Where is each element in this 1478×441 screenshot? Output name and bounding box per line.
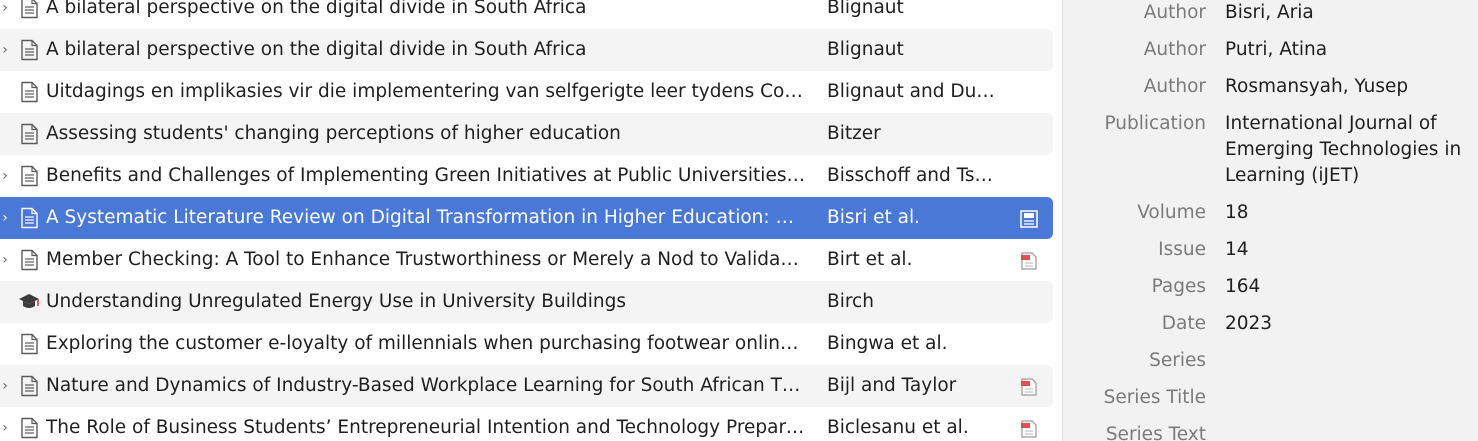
field-label: Volume bbox=[1137, 202, 1206, 223]
field-value[interactable]: 14 bbox=[1225, 237, 1470, 263]
item-row[interactable]: › Member Checking: A Tool to Enhance Trus… bbox=[0, 239, 1053, 281]
field-label: Series Title bbox=[1103, 387, 1206, 408]
item-row[interactable]: › A Systematic Literature Review on Digit… bbox=[0, 197, 1053, 239]
field-value[interactable]: 2023 bbox=[1225, 311, 1470, 337]
expand-arrow-icon[interactable]: › bbox=[0, 377, 10, 395]
field-label: Series bbox=[1149, 350, 1206, 371]
field-label: Author bbox=[1143, 2, 1206, 23]
item-row[interactable]: › A bilateral perspective on the digital … bbox=[0, 0, 1053, 29]
item-title: Member Checking: A Tool to Enhance Trust… bbox=[46, 249, 806, 270]
pdf-icon[interactable] bbox=[1018, 251, 1040, 271]
document-icon bbox=[18, 123, 40, 145]
document-icon bbox=[18, 0, 40, 19]
item-row[interactable]: › A bilateral perspective on the digital … bbox=[0, 29, 1053, 71]
item-creator: Bitzer bbox=[827, 123, 881, 144]
field-label: Date bbox=[1161, 313, 1206, 334]
item-creator: Bisschoff and Tsh... bbox=[827, 165, 997, 186]
item-info-pane: Author Bisri, Aria Author Putri, Atina Autho… bbox=[1063, 0, 1478, 441]
item-row[interactable]: › Benefits and Challenges of Implementing… bbox=[0, 155, 1053, 197]
field-label: Author bbox=[1143, 76, 1206, 97]
item-creator: Birch bbox=[827, 291, 874, 312]
item-creator: Bisri et al. bbox=[827, 207, 920, 228]
item-creator: Blignaut bbox=[827, 0, 904, 18]
field-label: Series Text bbox=[1105, 424, 1206, 441]
field-label: Author bbox=[1143, 39, 1206, 60]
document-icon bbox=[18, 249, 40, 271]
field-value[interactable]: International Journal of Emerging Techno… bbox=[1225, 111, 1470, 189]
item-row[interactable]: Understanding Unregulated Energy Use in … bbox=[0, 281, 1053, 323]
item-title: Benefits and Challenges of Implementing … bbox=[46, 165, 806, 186]
item-title: Uitdagings en implikasies vir die implem… bbox=[46, 81, 806, 102]
item-creator: Bingwa et al. bbox=[827, 333, 948, 354]
item-row[interactable]: Assessing students' changing perceptions… bbox=[0, 113, 1053, 155]
item-creator: Blignaut and Du ... bbox=[827, 81, 997, 102]
item-title: The Role of Business Students’ Entrepren… bbox=[46, 417, 806, 438]
expand-arrow-icon[interactable]: › bbox=[0, 419, 10, 437]
item-row[interactable]: › Nature and Dynamics of Industry-Based W… bbox=[0, 365, 1053, 407]
item-creator: Biclesanu et al. bbox=[827, 417, 969, 438]
item-creator: Birt et al. bbox=[827, 249, 913, 270]
pdf-icon[interactable] bbox=[1018, 377, 1040, 397]
field-label: Pages bbox=[1151, 276, 1206, 297]
field-label: Publication bbox=[1104, 113, 1206, 134]
document-icon bbox=[18, 165, 40, 187]
expand-arrow-icon[interactable]: › bbox=[0, 167, 10, 185]
item-title: A Systematic Literature Review on Digita… bbox=[46, 207, 806, 228]
document-icon bbox=[18, 207, 40, 229]
expand-arrow-icon[interactable]: › bbox=[0, 0, 10, 17]
pdf-icon[interactable] bbox=[1018, 209, 1040, 229]
item-title: A bilateral perspective on the digital d… bbox=[46, 39, 587, 60]
expand-arrow-icon[interactable]: › bbox=[0, 251, 10, 269]
document-icon bbox=[18, 81, 40, 103]
item-title: Understanding Unregulated Energy Use in … bbox=[46, 291, 626, 312]
item-row[interactable]: Uitdagings en implikasies vir die implem… bbox=[0, 71, 1053, 113]
document-icon bbox=[18, 375, 40, 397]
item-title: Assessing students' changing perceptions… bbox=[46, 123, 621, 144]
item-creator: Blignaut bbox=[827, 39, 904, 60]
item-title: Exploring the customer e-loyalty of mill… bbox=[46, 333, 806, 354]
field-value[interactable]: Bisri, Aria bbox=[1225, 0, 1470, 26]
item-row[interactable]: Exploring the customer e-loyalty of mill… bbox=[0, 323, 1053, 365]
document-icon bbox=[18, 333, 40, 355]
expand-arrow-icon[interactable]: › bbox=[0, 209, 10, 227]
document-icon bbox=[18, 417, 40, 439]
item-row[interactable]: › The Role of Business Students’ Entrepre… bbox=[0, 407, 1053, 441]
item-creator: Bijl and Taylor bbox=[827, 375, 957, 396]
thesis-icon bbox=[18, 291, 40, 313]
document-icon bbox=[18, 39, 40, 61]
field-value[interactable]: 18 bbox=[1225, 200, 1470, 226]
field-value[interactable]: Rosmansyah, Yusep bbox=[1225, 74, 1470, 100]
expand-arrow-icon[interactable]: › bbox=[0, 41, 10, 59]
field-value[interactable]: 164 bbox=[1225, 274, 1470, 300]
item-title: Nature and Dynamics of Industry-Based Wo… bbox=[46, 375, 806, 396]
items-list[interactable]: › A bilateral perspective on the digital … bbox=[0, 0, 1062, 441]
item-title: A bilateral perspective on the digital d… bbox=[46, 0, 587, 18]
field-label: Issue bbox=[1158, 239, 1206, 260]
field-value[interactable]: Putri, Atina bbox=[1225, 37, 1470, 63]
pdf-icon[interactable] bbox=[1018, 419, 1040, 439]
